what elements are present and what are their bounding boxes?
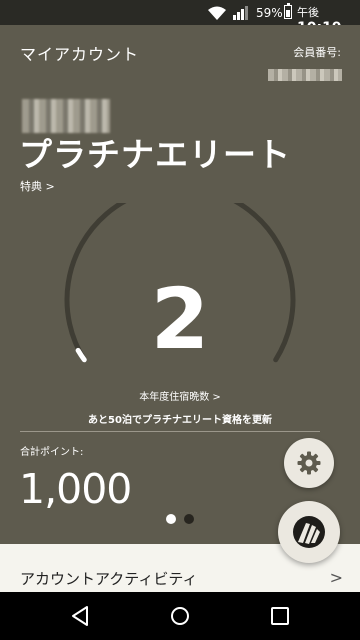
brand-menu-button[interactable] bbox=[278, 501, 340, 563]
benefits-label: 特典 bbox=[20, 180, 42, 193]
nights-label-link[interactable]: 本年度住宿晩数 > bbox=[0, 388, 360, 403]
chevron-right-icon: > bbox=[212, 392, 221, 403]
page-dot-active[interactable] bbox=[166, 514, 176, 524]
page-dot[interactable] bbox=[184, 514, 194, 524]
battery-percent: 59% bbox=[256, 6, 283, 20]
signal-icon bbox=[233, 6, 248, 20]
member-number-label: 会員番号: bbox=[293, 46, 341, 59]
nights-label: 本年度住宿晩数 bbox=[139, 392, 210, 403]
divider bbox=[20, 431, 320, 432]
brand-logo-icon bbox=[293, 516, 325, 548]
nights-count: 2 bbox=[150, 270, 210, 368]
chevron-right-icon: > bbox=[329, 568, 343, 587]
account-panel: マイアカウント 会員番号: プラチナエリート 特典 > 2 本年度住宿晩数 > … bbox=[0, 25, 360, 544]
navigation-bar bbox=[0, 592, 360, 640]
account-activity-label: アカウントアクティビティ bbox=[20, 570, 198, 588]
points-label: 合計ポイント: bbox=[20, 447, 84, 458]
wifi-icon bbox=[208, 6, 226, 20]
home-icon[interactable] bbox=[169, 605, 191, 627]
recents-icon[interactable] bbox=[269, 605, 291, 627]
clock-ampm: 午後 bbox=[297, 6, 319, 19]
renewal-message: あと50泊でプラチナエリート資格を更新 bbox=[88, 415, 272, 426]
settings-button[interactable] bbox=[284, 438, 334, 488]
page-title: マイアカウント bbox=[20, 45, 140, 64]
points-total: 1,000 bbox=[19, 465, 132, 513]
member-number-redacted bbox=[268, 69, 342, 81]
chevron-right-icon: > bbox=[45, 180, 55, 193]
gear-icon bbox=[297, 451, 321, 475]
tier-name: プラチナエリート bbox=[19, 135, 291, 174]
battery-icon bbox=[284, 3, 292, 19]
back-icon[interactable] bbox=[69, 605, 91, 627]
status-bar: 59% 午後10:19 bbox=[0, 0, 360, 36]
benefits-link[interactable]: 特典 > bbox=[20, 178, 55, 194]
